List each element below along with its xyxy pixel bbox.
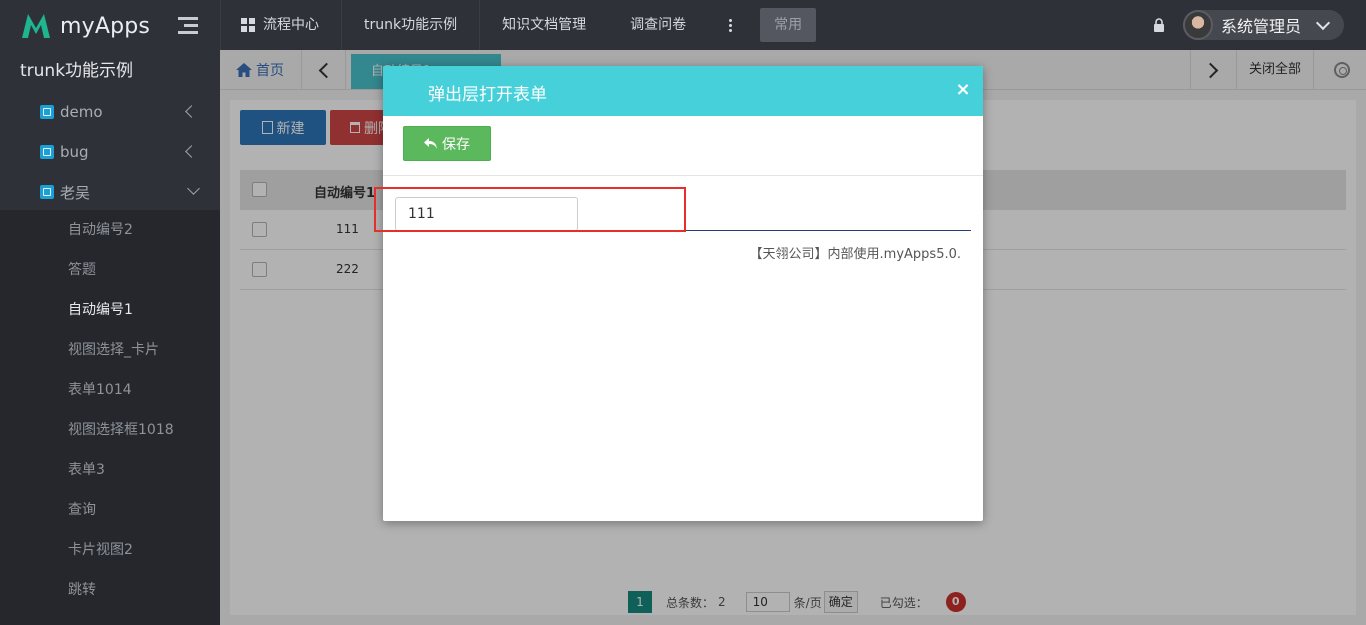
topnav-label: 调查问卷 [630,17,687,33]
save-button-label: 保存 [442,136,470,153]
undo-icon [424,137,437,149]
topnav-process-center[interactable]: 流程中心 [220,0,342,50]
sidebar-item[interactable]: 答题 [0,250,220,290]
grid-icon [241,18,255,32]
sidebar-item[interactable]: 跳转 [0,570,220,610]
lock-icon[interactable] [1153,18,1165,32]
logo-m-icon [22,14,50,38]
save-button[interactable]: 保存 [403,126,491,161]
sidebar-toggle-icon[interactable] [178,17,198,35]
sidebar: trunk功能示例 demo bug 老吴 自动编号2 答题 自动编号1 视图选… [0,50,220,625]
sidebar-item[interactable]: 自动编号2 [0,210,220,250]
sidebar-item-active[interactable]: 自动编号1 [0,290,220,330]
chevron-down-icon [187,182,200,195]
sidebar-group-label: 老吴 [60,183,91,202]
sidebar-title: trunk功能示例 [20,61,134,81]
chevron-down-icon [1315,15,1331,31]
topnav-knowledge[interactable]: 知识文档管理 [480,0,608,50]
footer-note: 【天翎公司】内部使用.myApps5.0. [749,247,961,262]
topnav-survey[interactable]: 调查问卷 [608,0,708,50]
topnav-label: trunk功能示例 [364,17,458,33]
common-button[interactable]: 常用 [760,8,817,42]
chevron-left-icon [185,105,198,118]
module-icon [40,145,54,159]
sidebar-group-laowu[interactable]: 老吴 [0,172,220,212]
chevron-left-icon [185,145,198,158]
sidebar-item[interactable]: 查询 [0,490,220,530]
top-nav: 流程中心 trunk功能示例 知识文档管理 调查问卷 常用 [220,0,817,50]
topnav-label: 知识文档管理 [502,17,587,33]
user-name: 系统管理员 [1221,17,1302,36]
topnav-trunk[interactable]: trunk功能示例 [342,0,481,50]
sidebar-group-demo[interactable]: demo [0,92,220,132]
sidebar-item[interactable]: 表单1014 [0,370,220,410]
logo-text: myApps [60,13,151,39]
module-icon [40,185,54,199]
dialog-header: 弹出层打开表单 × [383,66,983,116]
sidebar-item[interactable]: 表单3 [0,450,220,490]
close-icon[interactable]: × [955,80,971,100]
sidebar-group-label: bug [60,143,89,161]
highlight-annotation [374,187,686,232]
sidebar-group-label: demo [60,103,103,121]
more-vertical-icon[interactable] [708,0,752,50]
dialog-toolbar: 保存 [383,116,983,176]
topnav-label: 流程中心 [263,17,319,33]
app-logo[interactable]: myApps [20,10,150,42]
sidebar-item[interactable]: 视图选择_卡片 [0,330,220,370]
sidebar-submenu: 自动编号2 答题 自动编号1 视图选择_卡片 表单1014 视图选择框1018 … [0,210,220,625]
sidebar-item[interactable]: 卡片视图2 [0,530,220,570]
top-bar: myApps 流程中心 trunk功能示例 知识文档管理 调查问卷 常用 系统管… [0,0,1366,50]
module-icon [40,105,54,119]
sidebar-group-bug[interactable]: bug [0,132,220,172]
dialog-title: 弹出层打开表单 [428,85,547,105]
user-menu[interactable]: 系统管理员 [1183,10,1344,40]
form-dialog: 弹出层打开表单 × 保存 【天翎公司】内部使用.myApps5.0. [383,66,983,521]
sidebar-item[interactable]: 视图选择框1018 [0,410,220,450]
avatar [1183,10,1213,40]
